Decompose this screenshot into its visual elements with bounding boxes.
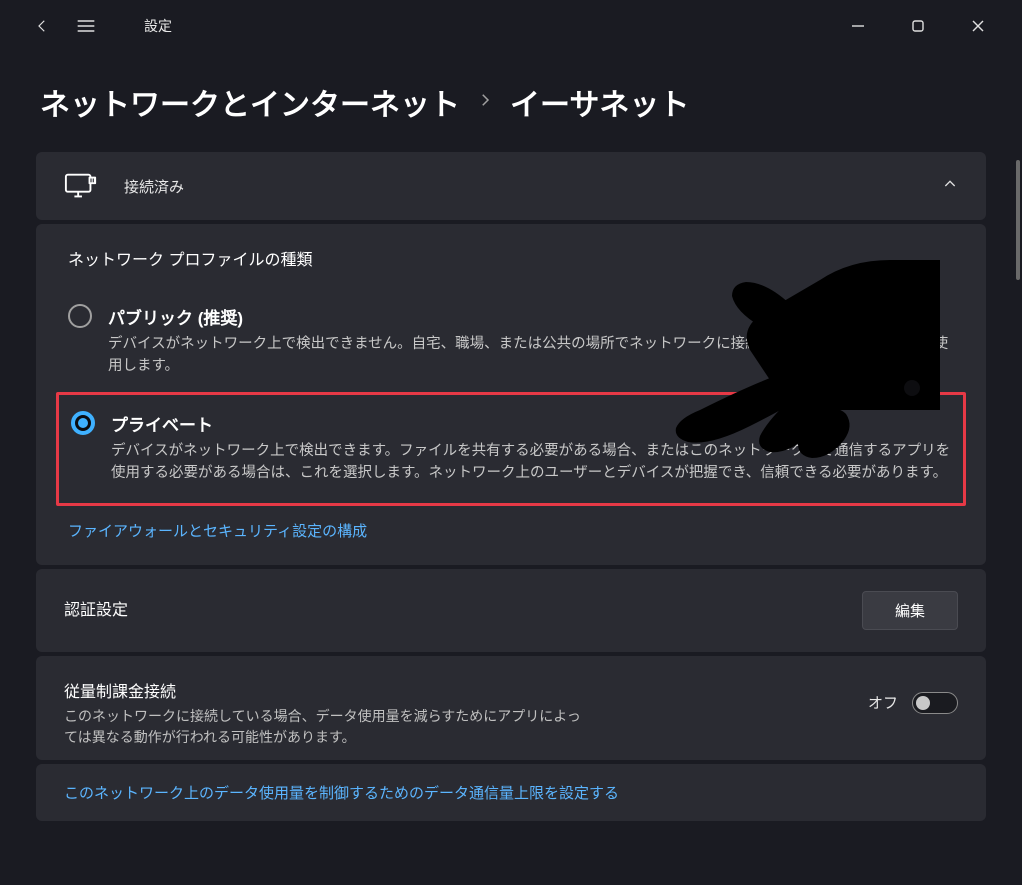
chevron-up-icon bbox=[942, 176, 958, 197]
back-icon[interactable] bbox=[32, 16, 52, 36]
content: 接続済み ネットワーク プロファイルの種類 パブリック (推奨) デバイスがネッ… bbox=[0, 152, 1022, 821]
titlebar-left: 設定 bbox=[8, 16, 172, 36]
metered-toggle-wrap: オフ bbox=[868, 692, 958, 714]
ethernet-monitor-icon bbox=[64, 172, 96, 200]
network-profile-section: ネットワーク プロファイルの種類 パブリック (推奨) デバイスがネットワーク上… bbox=[36, 224, 986, 565]
auth-title: 認証設定 bbox=[64, 596, 846, 620]
radio-private-desc: デバイスがネットワーク上で検出できます。ファイルを共有する必要がある場合、または… bbox=[111, 440, 951, 485]
annotation-highlight: プライベート デバイスがネットワーク上で検出できます。ファイルを共有する必要があ… bbox=[56, 392, 966, 506]
auth-row: 認証設定 編集 bbox=[36, 569, 986, 652]
breadcrumb-current: イーサネット bbox=[510, 80, 689, 124]
connection-status: 接続済み bbox=[124, 176, 184, 197]
minimize-icon[interactable] bbox=[842, 10, 874, 42]
metered-toggle[interactable] bbox=[912, 692, 958, 714]
chevron-right-icon bbox=[476, 88, 494, 116]
menu-icon[interactable] bbox=[76, 16, 96, 36]
radio-public-label: パブリック (推奨) bbox=[108, 304, 954, 329]
firewall-link[interactable]: ファイアウォールとセキュリティ設定の構成 bbox=[64, 520, 367, 541]
metered-desc: このネットワークに接続している場合、データ使用量を減らすためにアプリによっては異… bbox=[64, 706, 584, 748]
metered-title: 従量制課金接続 bbox=[64, 678, 852, 702]
radio-public-indicator bbox=[68, 304, 92, 328]
toggle-state-label: オフ bbox=[868, 692, 898, 713]
scrollbar-thumb[interactable] bbox=[1016, 160, 1020, 280]
breadcrumb: ネットワークとインターネット イーサネット bbox=[0, 52, 1022, 152]
radio-private-indicator bbox=[71, 411, 95, 435]
maximize-icon[interactable] bbox=[902, 10, 934, 42]
app-title: 設定 bbox=[144, 16, 172, 36]
titlebar: 設定 bbox=[0, 0, 1022, 52]
breadcrumb-parent[interactable]: ネットワークとインターネット bbox=[40, 80, 460, 124]
radio-public-desc: デバイスがネットワーク上で検出できません。自宅、職場、または公共の場所でネットワ… bbox=[108, 333, 954, 378]
radio-public[interactable]: パブリック (推奨) デバイスがネットワーク上で検出できません。自宅、職場、また… bbox=[64, 298, 958, 392]
close-icon[interactable] bbox=[962, 10, 994, 42]
connection-card[interactable]: 接続済み bbox=[36, 152, 986, 220]
window-controls bbox=[842, 10, 1014, 42]
data-limit-link[interactable]: このネットワーク上のデータ使用量を制御するためのデータ通信量上限を設定する bbox=[64, 782, 619, 803]
radio-private-label: プライベート bbox=[111, 411, 951, 436]
profile-heading: ネットワーク プロファイルの種類 bbox=[64, 246, 958, 270]
edit-button[interactable]: 編集 bbox=[862, 591, 958, 630]
radio-private[interactable]: プライベート デバイスがネットワーク上で検出できます。ファイルを共有する必要があ… bbox=[67, 405, 955, 491]
metered-row: 従量制課金接続 このネットワークに接続している場合、データ使用量を減らすためにア… bbox=[36, 656, 986, 760]
data-limit-row: このネットワーク上のデータ使用量を制御するためのデータ通信量上限を設定する bbox=[36, 764, 986, 821]
